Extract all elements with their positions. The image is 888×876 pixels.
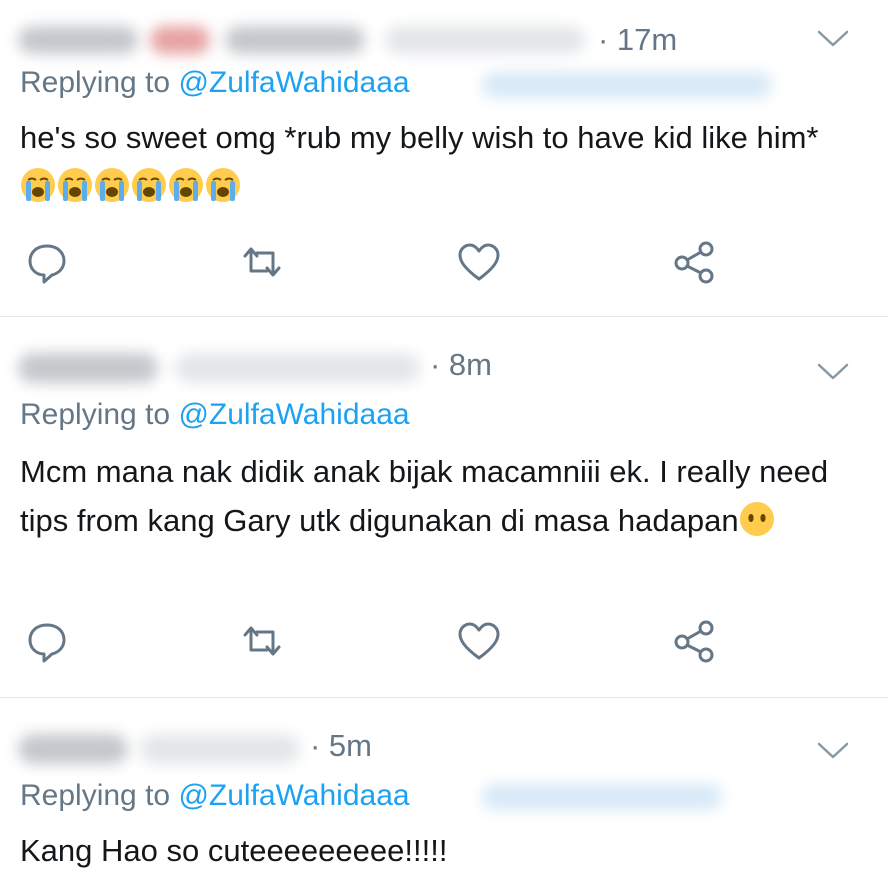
replying-to-label: Replying to (20, 398, 179, 431)
blurred-mention (482, 784, 722, 810)
reply-handle-link[interactable]: @ZulfaWahidaaa (178, 779, 409, 812)
blurred-username (385, 26, 585, 54)
tweet-header: · 8m (0, 341, 888, 401)
reply-icon (28, 244, 66, 284)
loudly-crying-face-icon (169, 168, 203, 202)
tweet-text: he's so sweet omg *rub my belly wish to … (20, 120, 819, 155)
like-button[interactable] (454, 238, 504, 286)
loudly-crying-face-icon (58, 168, 92, 202)
loudly-crying-face-icon (95, 168, 129, 202)
replying-to: Replying to @ZulfaWahidaaa (20, 63, 410, 103)
emoji-row (20, 168, 242, 204)
blurred-name-emoji (150, 26, 210, 54)
tweet-time: · 8m (430, 347, 492, 382)
tweet-time: · 17m (598, 22, 678, 57)
chevron-down-icon[interactable] (816, 359, 850, 383)
blurred-mention (482, 72, 772, 98)
reply-handle-link[interactable]: @ZulfaWahidaaa (178, 66, 409, 99)
replying-to-label: Replying to (20, 66, 179, 99)
retweet-icon (243, 626, 281, 656)
blurred-display-name (18, 26, 138, 54)
tweet[interactable]: · 5m Replying to @ZulfaWahidaaa Kang Hao… (0, 698, 888, 876)
retweet-button[interactable] (237, 617, 287, 665)
loudly-crying-face-icon (206, 168, 240, 202)
replying-to: Replying to @ZulfaWahidaaa (20, 776, 410, 816)
blurred-name-part (225, 26, 365, 54)
chevron-down-icon[interactable] (816, 738, 850, 762)
tweet-text-container: Kang Hao so cuteeeeeeeee!!!!! (20, 826, 864, 875)
loudly-crying-face-icon (21, 168, 55, 202)
reply-button[interactable] (22, 617, 72, 665)
face-without-mouth-icon (739, 502, 774, 536)
heart-icon (458, 243, 500, 281)
tweet-actions (0, 238, 888, 286)
chevron-down-icon[interactable] (816, 26, 850, 50)
share-button[interactable] (670, 238, 720, 286)
tweet[interactable]: · 8m Replying to @ZulfaWahidaaa Mcm mana… (0, 317, 888, 698)
tweet-header: · 5m (0, 722, 888, 782)
blurred-username (175, 353, 420, 383)
reply-button[interactable] (22, 238, 72, 286)
tweet-text-container: he's so sweet omg *rub my belly wish to … (20, 113, 864, 211)
reply-icon (28, 623, 66, 663)
tweet-text: Mcm mana nak didik anak bijak macamniii … (20, 454, 829, 538)
share-button[interactable] (670, 617, 720, 665)
blurred-display-name (18, 734, 128, 764)
tweet-actions (0, 617, 888, 665)
reply-handle-link[interactable]: @ZulfaWahidaaa (178, 398, 409, 431)
blurred-username (140, 734, 300, 764)
share-icon (674, 620, 714, 663)
heart-icon (458, 622, 500, 660)
replying-to-label: Replying to (20, 779, 179, 812)
share-icon (674, 241, 714, 284)
retweet-icon (243, 247, 281, 277)
tweet-time: · 5m (310, 728, 372, 763)
tweet[interactable]: · 17m Replying to @ZulfaWahidaaa he's so… (0, 0, 888, 317)
loudly-crying-face-icon (132, 168, 166, 202)
replying-to: Replying to @ZulfaWahidaaa (20, 395, 410, 435)
tweet-text: Kang Hao so cuteeeeeeeee!!!!! (20, 833, 448, 868)
tweet-text-container: Mcm mana nak didik anak bijak macamniii … (20, 447, 864, 545)
retweet-button[interactable] (237, 238, 287, 286)
blurred-display-name (18, 353, 158, 383)
like-button[interactable] (454, 617, 504, 665)
